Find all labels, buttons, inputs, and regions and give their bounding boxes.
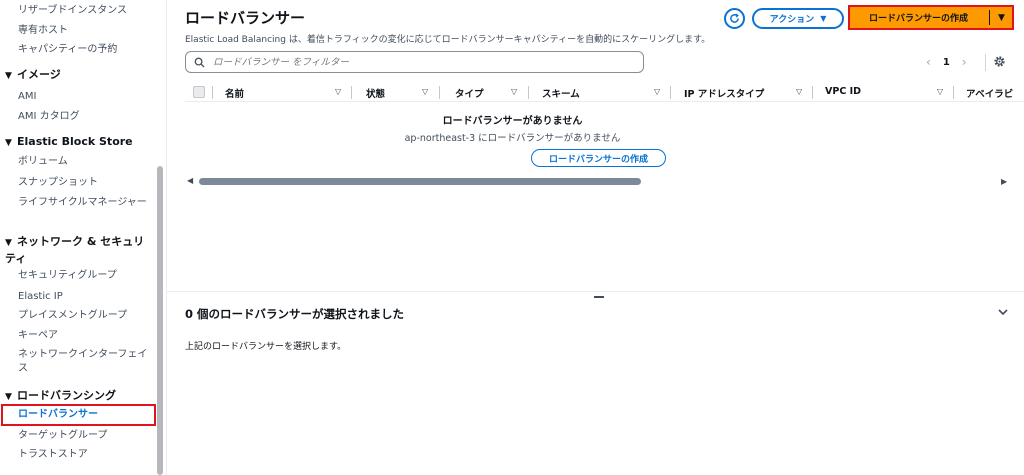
- pager-divider: [985, 54, 986, 71]
- table-header: 名前 ▽ 状態 ▽ タイプ ▽ スキーム ▽ IP アドレスタイプ ▽ VPC …: [185, 83, 1024, 102]
- column-divider: [212, 86, 213, 99]
- sidebar-item-key-pairs[interactable]: キーペア: [18, 329, 58, 343]
- sidebar-section-label: ネットワーク & セキュリティ: [5, 235, 145, 265]
- empty-state-title: ロードバランサーがありません: [442, 116, 583, 127]
- page-description: Elastic Load Balancing は、着信トラフィックの変化に応じて…: [185, 35, 711, 45]
- sidebar-section-images[interactable]: ▼ イメージ: [5, 67, 61, 84]
- empty-state-subtitle: ap-northeast-3 にロードバランサーがありません: [404, 133, 621, 144]
- sort-down-icon[interactable]: ▽: [335, 87, 341, 96]
- sidebar: リザーブドインスタンス 専有ホスト キャパシティーの予約 ▼ イメージ AMI A…: [0, 0, 167, 475]
- sidebar-section-load-balancing[interactable]: ▼ ロードバランシング: [5, 388, 116, 405]
- page-title: ロードバランサー: [185, 9, 306, 27]
- split-panel-body: 上記のロードバランサーを選択します。: [185, 342, 347, 352]
- column-divider[interactable]: [351, 86, 352, 99]
- actions-label: アクション: [769, 15, 815, 25]
- sidebar-item-elastic-ip[interactable]: Elastic IP: [18, 290, 63, 304]
- sort-down-icon[interactable]: ▽: [422, 87, 428, 96]
- create-load-balancer-split-button: ロードバランサーの作成 ▼: [848, 5, 1014, 30]
- column-header-type[interactable]: タイプ: [455, 86, 484, 100]
- sidebar-section-label: ロードバランシング: [17, 389, 116, 402]
- horizontal-scrollbar[interactable]: [199, 178, 641, 185]
- sidebar-item-placement-groups[interactable]: プレイスメントグループ: [18, 309, 127, 323]
- column-header-vpc-id[interactable]: VPC ID: [825, 86, 861, 97]
- select-all-checkbox[interactable]: [193, 86, 205, 98]
- sidebar-item-network-interfaces[interactable]: ネットワークインターフェイス: [18, 348, 148, 376]
- column-divider[interactable]: [812, 86, 813, 99]
- empty-create-load-balancer-button[interactable]: ロードバランサーの作成: [531, 149, 666, 167]
- split-separator: [989, 10, 990, 25]
- scroll-right-icon[interactable]: ▶: [1001, 177, 1007, 186]
- sidebar-item-security-groups[interactable]: セキュリティグループ: [18, 269, 117, 283]
- filter-box: [185, 51, 644, 73]
- sidebar-section-ebs[interactable]: ▼ Elastic Block Store: [5, 134, 133, 151]
- sidebar-item-trust-stores[interactable]: トラストストア: [18, 448, 88, 462]
- split-panel-divider: [167, 291, 1024, 292]
- scroll-left-icon[interactable]: ◀: [187, 176, 193, 185]
- chevron-down-icon[interactable]: [997, 306, 1009, 318]
- sort-down-icon[interactable]: ▽: [937, 87, 943, 96]
- sidebar-item-lifecycle-manager[interactable]: ライフサイクルマネージャー: [18, 196, 148, 210]
- caret-down-icon: ▼: [998, 12, 1005, 23]
- column-header-state[interactable]: 状態: [366, 86, 385, 100]
- sidebar-item-reserved-instances[interactable]: リザーブドインスタンス: [18, 4, 127, 18]
- actions-button[interactable]: アクション ▼: [752, 8, 844, 29]
- sidebar-item-volumes[interactable]: ボリューム: [18, 155, 68, 169]
- sidebar-section-label: イメージ: [17, 68, 61, 81]
- column-header-availability-zone[interactable]: アベイラビ: [966, 86, 1013, 100]
- sort-down-icon[interactable]: ▽: [511, 87, 517, 96]
- sidebar-item-load-balancers[interactable]: ロードバランサー: [1, 404, 156, 426]
- resize-handle[interactable]: [594, 296, 604, 298]
- column-divider[interactable]: [953, 86, 954, 99]
- caret-down-icon: ▼: [5, 238, 12, 248]
- sort-down-icon[interactable]: ▽: [654, 87, 660, 96]
- refresh-icon: [730, 13, 739, 23]
- caret-down-icon: ▼: [820, 14, 827, 23]
- chevron-right-icon[interactable]: ›: [962, 55, 967, 69]
- sidebar-item-ami[interactable]: AMI: [18, 90, 36, 104]
- pagination: ‹ 1 ›: [926, 54, 967, 70]
- sidebar-item-capacity-reservations[interactable]: キャパシティーの予約: [18, 43, 117, 57]
- chevron-left-icon[interactable]: ‹: [926, 55, 931, 69]
- sort-down-icon[interactable]: ▽: [796, 87, 802, 96]
- column-header-scheme[interactable]: スキーム: [542, 86, 580, 100]
- split-panel-title: 0 個のロードバランサーが選択されました: [185, 307, 405, 321]
- sidebar-section-label: Elastic Block Store: [17, 135, 133, 148]
- caret-down-icon: ▼: [5, 138, 12, 148]
- column-header-ip-address-type[interactable]: IP アドレスタイプ: [684, 86, 764, 100]
- gear-icon[interactable]: [993, 55, 1006, 68]
- search-icon: [194, 57, 205, 68]
- refresh-button[interactable]: [724, 8, 745, 29]
- caret-down-icon: ▼: [5, 392, 12, 402]
- column-divider[interactable]: [439, 86, 440, 99]
- create-load-balancer-button[interactable]: ロードバランサーの作成: [850, 7, 987, 28]
- sidebar-item-snapshots[interactable]: スナップショット: [18, 176, 98, 190]
- sidebar-scrollbar[interactable]: [157, 166, 163, 475]
- column-divider[interactable]: [670, 86, 671, 99]
- column-divider[interactable]: [528, 86, 529, 99]
- sidebar-item-target-groups[interactable]: ターゲットグループ: [18, 429, 107, 443]
- caret-down-icon: ▼: [5, 71, 12, 81]
- column-header-name[interactable]: 名前: [225, 86, 244, 100]
- sidebar-section-network-security[interactable]: ▼ ネットワーク & セキュリティ: [5, 234, 145, 266]
- sidebar-item-ami-catalog[interactable]: AMI カタログ: [18, 110, 80, 124]
- page-number[interactable]: 1: [943, 57, 950, 68]
- create-dropdown-button[interactable]: ▼: [991, 7, 1012, 28]
- sidebar-item-dedicated-hosts[interactable]: 専有ホスト: [18, 24, 68, 38]
- filter-input[interactable]: [211, 55, 631, 69]
